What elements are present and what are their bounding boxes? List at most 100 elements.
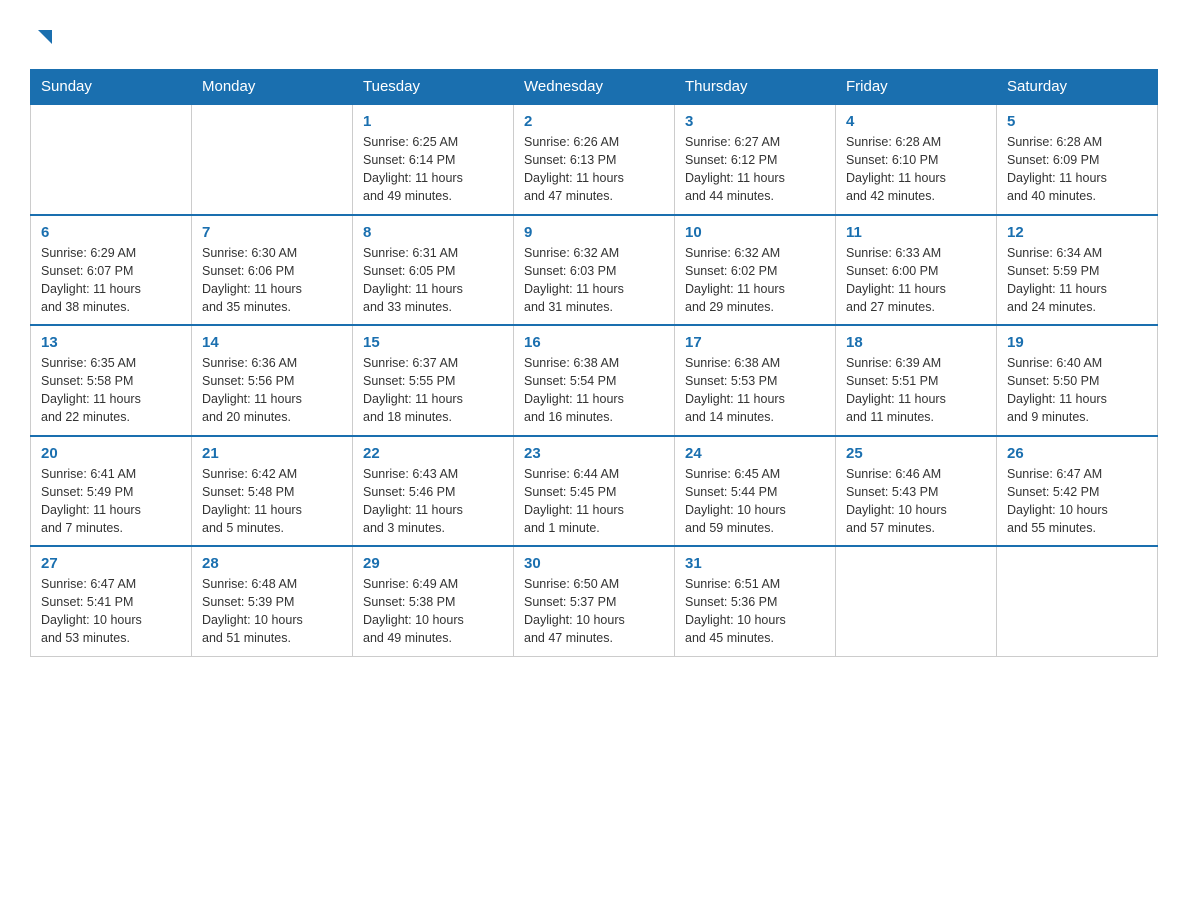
calendar-cell: 20 Sunrise: 6:41 AMSunset: 5:49 PMDayligh… xyxy=(31,436,192,547)
calendar-cell: 9Sunrise: 6:32 AMSunset: 6:03 PMDaylight… xyxy=(514,215,675,326)
calendar-cell: 14 Sunrise: 6:36 AMSunset: 5:56 PMDayligh… xyxy=(192,325,353,436)
day-info: Sunrise: 6:51 AMSunset: 5:36 PMDaylight:… xyxy=(685,575,825,648)
week-row-1: 1 Sunrise: 6:25 AMSunset: 6:14 PMDaylight… xyxy=(31,104,1158,215)
day-info: Sunrise: 6:40 AMSunset: 5:50 PMDaylight:… xyxy=(1007,354,1147,427)
day-info: Sunrise: 6:30 AMSunset: 6:06 PMDaylight:… xyxy=(202,244,342,317)
day-info: Sunrise: 6:44 AMSunset: 5:45 PMDaylight:… xyxy=(524,465,664,538)
day-info: Sunrise: 6:32 AMSunset: 6:02 PMDaylight:… xyxy=(685,244,825,317)
day-info: Sunrise: 6:28 AMSunset: 6:09 PMDaylight:… xyxy=(1007,133,1147,206)
header-friday: Friday xyxy=(836,70,997,105)
day-number: 17 xyxy=(685,334,825,351)
calendar-cell: 25 Sunrise: 6:46 AMSunset: 5:43 PMDayligh… xyxy=(836,436,997,547)
calendar-table: SundayMondayTuesdayWednesdayThursdayFrid… xyxy=(30,69,1158,657)
day-number: 6 xyxy=(41,224,181,241)
calendar-cell: 27Sunrise: 6:47 AMSunset: 5:41 PMDayligh… xyxy=(31,546,192,656)
day-number: 30 xyxy=(524,555,664,572)
calendar-cell: 17 Sunrise: 6:38 AMSunset: 5:53 PMDayligh… xyxy=(675,325,836,436)
header-monday: Monday xyxy=(192,70,353,105)
calendar-cell: 24 Sunrise: 6:45 AMSunset: 5:44 PMDayligh… xyxy=(675,436,836,547)
calendar-cell: 21 Sunrise: 6:42 AMSunset: 5:48 PMDayligh… xyxy=(192,436,353,547)
week-row-5: 27Sunrise: 6:47 AMSunset: 5:41 PMDayligh… xyxy=(31,546,1158,656)
calendar-cell: 8 Sunrise: 6:31 AMSunset: 6:05 PMDaylight… xyxy=(353,215,514,326)
header-thursday: Thursday xyxy=(675,70,836,105)
day-info: Sunrise: 6:45 AMSunset: 5:44 PMDaylight:… xyxy=(685,465,825,538)
day-number: 14 xyxy=(202,334,342,351)
day-info: Sunrise: 6:28 AMSunset: 6:10 PMDaylight:… xyxy=(846,133,986,206)
day-info: Sunrise: 6:48 AMSunset: 5:39 PMDaylight:… xyxy=(202,575,342,648)
day-number: 23 xyxy=(524,445,664,462)
day-number: 24 xyxy=(685,445,825,462)
calendar-cell: 12Sunrise: 6:34 AMSunset: 5:59 PMDayligh… xyxy=(997,215,1158,326)
calendar-cell: 16 Sunrise: 6:38 AMSunset: 5:54 PMDayligh… xyxy=(514,325,675,436)
calendar-cell: 29 Sunrise: 6:49 AMSunset: 5:38 PMDayligh… xyxy=(353,546,514,656)
day-number: 11 xyxy=(846,224,986,241)
day-number: 29 xyxy=(363,555,503,572)
day-info: Sunrise: 6:43 AMSunset: 5:46 PMDaylight:… xyxy=(363,465,503,538)
header-tuesday: Tuesday xyxy=(353,70,514,105)
day-info: Sunrise: 6:38 AMSunset: 5:53 PMDaylight:… xyxy=(685,354,825,427)
day-info: Sunrise: 6:34 AMSunset: 5:59 PMDaylight:… xyxy=(1007,244,1147,317)
calendar-cell: 28 Sunrise: 6:48 AMSunset: 5:39 PMDayligh… xyxy=(192,546,353,656)
day-number: 15 xyxy=(363,334,503,351)
day-info: Sunrise: 6:50 AMSunset: 5:37 PMDaylight:… xyxy=(524,575,664,648)
day-info: Sunrise: 6:37 AMSunset: 5:55 PMDaylight:… xyxy=(363,354,503,427)
day-number: 8 xyxy=(363,224,503,241)
calendar-cell: 26 Sunrise: 6:47 AMSunset: 5:42 PMDayligh… xyxy=(997,436,1158,547)
day-number: 7 xyxy=(202,224,342,241)
calendar-cell: 18Sunrise: 6:39 AMSunset: 5:51 PMDayligh… xyxy=(836,325,997,436)
calendar-header-row: SundayMondayTuesdayWednesdayThursdayFrid… xyxy=(31,70,1158,105)
day-info: Sunrise: 6:25 AMSunset: 6:14 PMDaylight:… xyxy=(363,133,503,206)
day-info: Sunrise: 6:47 AMSunset: 5:42 PMDaylight:… xyxy=(1007,465,1147,538)
day-number: 16 xyxy=(524,334,664,351)
day-info: Sunrise: 6:36 AMSunset: 5:56 PMDaylight:… xyxy=(202,354,342,427)
calendar-cell xyxy=(836,546,997,656)
calendar-cell: 10 Sunrise: 6:32 AMSunset: 6:02 PMDayligh… xyxy=(675,215,836,326)
day-info: Sunrise: 6:49 AMSunset: 5:38 PMDaylight:… xyxy=(363,575,503,648)
day-number: 28 xyxy=(202,555,342,572)
calendar-cell: 31 Sunrise: 6:51 AMSunset: 5:36 PMDayligh… xyxy=(675,546,836,656)
header-saturday: Saturday xyxy=(997,70,1158,105)
day-number: 1 xyxy=(363,113,503,130)
day-number: 3 xyxy=(685,113,825,130)
day-number: 31 xyxy=(685,555,825,572)
week-row-2: 6 Sunrise: 6:29 AMSunset: 6:07 PMDaylight… xyxy=(31,215,1158,326)
calendar-cell: 15 Sunrise: 6:37 AMSunset: 5:55 PMDayligh… xyxy=(353,325,514,436)
day-info: Sunrise: 6:46 AMSunset: 5:43 PMDaylight:… xyxy=(846,465,986,538)
calendar-cell: 1 Sunrise: 6:25 AMSunset: 6:14 PMDaylight… xyxy=(353,104,514,215)
day-info: Sunrise: 6:31 AMSunset: 6:05 PMDaylight:… xyxy=(363,244,503,317)
day-number: 22 xyxy=(363,445,503,462)
calendar-cell: 3 Sunrise: 6:27 AMSunset: 6:12 PMDaylight… xyxy=(675,104,836,215)
day-number: 10 xyxy=(685,224,825,241)
day-number: 20 xyxy=(41,445,181,462)
calendar-cell: 22 Sunrise: 6:43 AMSunset: 5:46 PMDayligh… xyxy=(353,436,514,547)
logo-triangle-icon xyxy=(34,26,56,48)
day-info: Sunrise: 6:42 AMSunset: 5:48 PMDaylight:… xyxy=(202,465,342,538)
day-number: 27 xyxy=(41,555,181,572)
day-info: Sunrise: 6:41 AMSunset: 5:49 PMDaylight:… xyxy=(41,465,181,538)
day-number: 21 xyxy=(202,445,342,462)
day-number: 19 xyxy=(1007,334,1147,351)
day-number: 26 xyxy=(1007,445,1147,462)
day-info: Sunrise: 6:27 AMSunset: 6:12 PMDaylight:… xyxy=(685,133,825,206)
calendar-cell: 5 Sunrise: 6:28 AMSunset: 6:09 PMDaylight… xyxy=(997,104,1158,215)
calendar-cell: 2Sunrise: 6:26 AMSunset: 6:13 PMDaylight… xyxy=(514,104,675,215)
day-number: 13 xyxy=(41,334,181,351)
day-info: Sunrise: 6:32 AMSunset: 6:03 PMDaylight:… xyxy=(524,244,664,317)
day-number: 18 xyxy=(846,334,986,351)
calendar-cell: 4 Sunrise: 6:28 AMSunset: 6:10 PMDaylight… xyxy=(836,104,997,215)
day-info: Sunrise: 6:38 AMSunset: 5:54 PMDaylight:… xyxy=(524,354,664,427)
day-number: 25 xyxy=(846,445,986,462)
week-row-3: 13Sunrise: 6:35 AMSunset: 5:58 PMDayligh… xyxy=(31,325,1158,436)
calendar-cell: 13Sunrise: 6:35 AMSunset: 5:58 PMDayligh… xyxy=(31,325,192,436)
calendar-cell: 11Sunrise: 6:33 AMSunset: 6:00 PMDayligh… xyxy=(836,215,997,326)
page-header xyxy=(30,24,1158,53)
day-number: 2 xyxy=(524,113,664,130)
day-info: Sunrise: 6:29 AMSunset: 6:07 PMDaylight:… xyxy=(41,244,181,317)
calendar-cell xyxy=(192,104,353,215)
header-sunday: Sunday xyxy=(31,70,192,105)
day-number: 4 xyxy=(846,113,986,130)
day-number: 5 xyxy=(1007,113,1147,130)
calendar-cell: 19 Sunrise: 6:40 AMSunset: 5:50 PMDayligh… xyxy=(997,325,1158,436)
calendar-cell: 30 Sunrise: 6:50 AMSunset: 5:37 PMDayligh… xyxy=(514,546,675,656)
calendar-cell: 7 Sunrise: 6:30 AMSunset: 6:06 PMDaylight… xyxy=(192,215,353,326)
